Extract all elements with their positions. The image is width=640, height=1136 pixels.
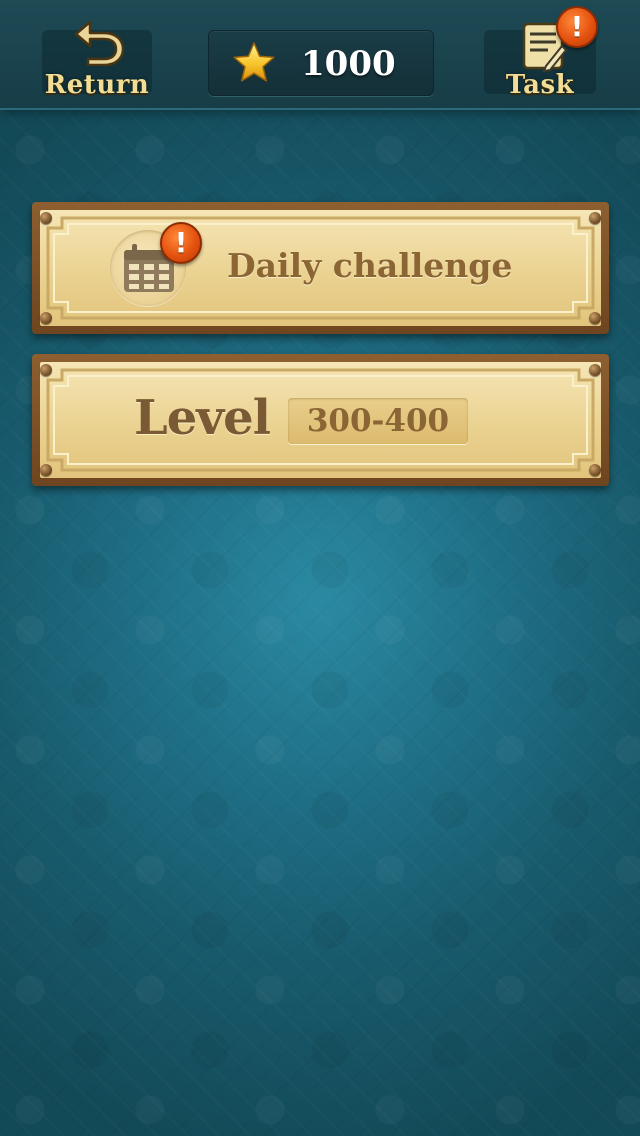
rivet: [40, 464, 52, 476]
star-icon: [233, 42, 275, 82]
daily-challenge-button[interactable]: ! Daily challenge: [32, 202, 609, 334]
daily-challenge-label: Daily challenge: [227, 246, 513, 285]
return-label: Return: [44, 70, 150, 100]
level-range-button[interactable]: 300-400: [288, 398, 468, 444]
rivet: [589, 364, 601, 376]
daily-alert-icon: !: [160, 222, 202, 264]
rivet: [40, 312, 52, 324]
rivet: [589, 212, 601, 224]
task-alert-icon: !: [556, 6, 598, 48]
rivet: [40, 364, 52, 376]
return-arrow-icon: [74, 20, 125, 66]
task-button[interactable]: ! Task: [484, 6, 598, 100]
score-value: 1000: [301, 44, 396, 84]
level-label: Level: [134, 390, 271, 446]
score-panel: 1000: [208, 30, 434, 96]
background-texture: [0, 0, 640, 1136]
level-select-panel[interactable]: Level 300-400: [32, 354, 609, 486]
top-bar: Return 1000 ! Task: [0, 0, 640, 110]
rivet: [589, 312, 601, 324]
rivet: [40, 212, 52, 224]
calendar-badge: !: [110, 222, 202, 306]
return-button[interactable]: Return: [42, 20, 152, 100]
rivet: [589, 464, 601, 476]
task-label: Task: [505, 70, 575, 100]
